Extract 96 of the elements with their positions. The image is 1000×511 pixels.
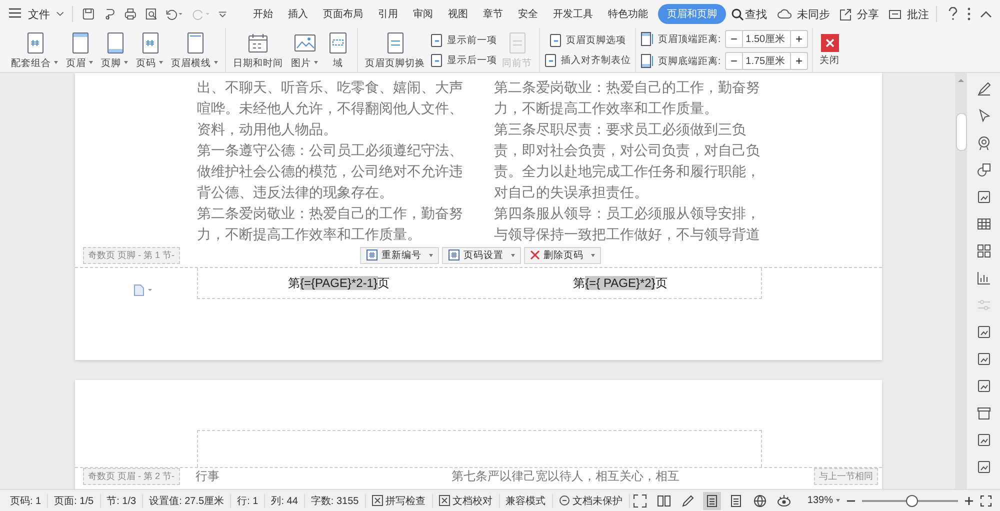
same-as-previous-label: 与上一节相同 bbox=[814, 468, 878, 485]
ribbon-tab[interactable]: 审阅 bbox=[408, 4, 438, 24]
pen-icon[interactable] bbox=[976, 81, 992, 97]
ribbon-tab[interactable]: 页面布局 bbox=[318, 4, 368, 24]
close-icon bbox=[820, 34, 839, 52]
footer-tool-button[interactable]: 删除页码 bbox=[524, 246, 601, 264]
comment-icon[interactable] bbox=[888, 8, 902, 20]
body-paragraph: 第二条爱岗敬业：热爱自己的工作，勤奋努力，不断提高工作效率和工作质量。 bbox=[494, 78, 760, 118]
cloud-icon[interactable] bbox=[777, 8, 792, 20]
ribbon-tab[interactable]: 视图 bbox=[443, 4, 474, 24]
footer-area[interactable]: 第{={PAGE}*2-1}页 第{={ PAGE}*2}页 bbox=[197, 268, 762, 299]
body-paragraph: 第二条爱岗敬业：热爱自己的工作，勤奋努力，不断提高工作效率和工作质量。 bbox=[197, 204, 463, 243]
body-paragraph: 第三条尽职尽责：要求员工必须做到三负责，即对社会负责，对公司负责，对自己负责。全力以赴地完成工作任务和履行职能，对自己的失误承担责任。 bbox=[494, 120, 760, 202]
undo-icon[interactable] bbox=[165, 7, 184, 21]
collapse-icon[interactable] bbox=[980, 10, 992, 18]
sliders-icon[interactable] bbox=[976, 297, 992, 313]
ribbon-tab[interactable]: 开发工具 bbox=[548, 4, 598, 24]
status-text: 节: 1/3 bbox=[100, 494, 144, 508]
page-view-icon[interactable] bbox=[703, 492, 722, 510]
archive-icon[interactable] bbox=[976, 405, 992, 421]
body-text: 行事 bbox=[196, 468, 220, 485]
help-icon[interactable] bbox=[948, 7, 958, 21]
status-text: 字数: 3155 bbox=[304, 494, 366, 508]
close-button[interactable]: 关闭 bbox=[816, 29, 843, 71]
search-button[interactable]: 查找 bbox=[745, 6, 768, 22]
ribbon-button[interactable]: 域 bbox=[323, 29, 353, 71]
margin-spinner[interactable]: 1.75厘米 bbox=[724, 52, 808, 70]
document-protection-button[interactable]: 文档未保护 bbox=[552, 494, 630, 508]
margin-spinner[interactable]: 1.50厘米 bbox=[724, 30, 808, 48]
body-paragraph: 第一条遵守公德：公司员工必须遵纪守法、做维护社会公德的模范，公司绝对不允许违背公德、违反法律的现象存在。 bbox=[197, 141, 463, 202]
more-icon[interactable] bbox=[967, 7, 972, 21]
grid-icon[interactable] bbox=[976, 243, 992, 259]
print-preview-icon[interactable] bbox=[144, 7, 158, 21]
ribbon-button[interactable]: 显示后一项 bbox=[430, 51, 497, 69]
delete-icon bbox=[530, 250, 540, 260]
body-text: 第七条严以律己宽以待人，相互关心，相互 bbox=[452, 468, 680, 485]
ribbon-button[interactable]: 插入对齐制表位 bbox=[544, 51, 631, 69]
ribbon-button[interactable]: 页眉页脚选项 bbox=[549, 31, 626, 49]
status-text: 设置值: 27.5厘米 bbox=[143, 494, 232, 508]
ribbon-tab[interactable]: 插入 bbox=[283, 4, 314, 24]
ribbon-tab[interactable]: 引用 bbox=[373, 4, 404, 24]
status-text: 页码: 1 bbox=[4, 494, 48, 508]
body-paragraph: 第四条服从领导：员工必须服从领导安排，与领导保持一致把工作做好，不与领导背道 bbox=[494, 204, 760, 243]
scrollbar-thumb[interactable] bbox=[956, 113, 966, 151]
ribbon-button[interactable]: 页码 bbox=[133, 29, 166, 71]
zoom-in-icon[interactable] bbox=[964, 496, 974, 506]
ribbon-button[interactable]: 页脚 bbox=[98, 29, 131, 71]
fullscreen-icon[interactable] bbox=[980, 494, 992, 506]
save-icon[interactable] bbox=[82, 7, 95, 21]
spinner-label: 页脚底端距离: bbox=[658, 54, 721, 68]
header-margin-icon bbox=[640, 31, 654, 47]
comment-button[interactable]: 批注 bbox=[907, 6, 930, 22]
customize-icon[interactable] bbox=[218, 9, 228, 19]
status-toggle[interactable]: 文档校对 bbox=[432, 494, 500, 508]
status-text: 列: 44 bbox=[265, 494, 305, 508]
status-text: 页面: 1/5 bbox=[48, 494, 101, 508]
page-number-icon bbox=[448, 249, 460, 261]
page-number-icon bbox=[366, 249, 378, 261]
sync-status-button[interactable]: 未同步 bbox=[797, 6, 830, 22]
checkbox-icon bbox=[372, 495, 383, 506]
chart-icon[interactable] bbox=[976, 270, 992, 286]
zoom-level-dropdown[interactable]: 139% bbox=[807, 495, 840, 506]
ribbon-button[interactable]: 页眉页脚切换 bbox=[362, 29, 428, 71]
ribbon-button[interactable]: 页眉 bbox=[63, 29, 96, 71]
ribbon-button[interactable]: 配套组合 bbox=[8, 29, 61, 71]
share-button[interactable]: 分享 bbox=[857, 6, 880, 22]
status-toggle[interactable]: 拼写检查 bbox=[366, 494, 433, 508]
shapes-icon[interactable] bbox=[976, 162, 992, 178]
ribbon-tab[interactable]: 特色功能 bbox=[603, 4, 654, 24]
header-section-label: 奇数页 页眉 - 第 2 节- bbox=[83, 468, 180, 485]
ribbon-button[interactable]: 显示前一项 bbox=[430, 31, 497, 49]
chevron-icon bbox=[56, 11, 64, 17]
status-text: 行: 1 bbox=[231, 494, 266, 508]
footer-section-label: 奇数页 页脚 - 第 1 节- bbox=[83, 246, 180, 264]
ribbon-button[interactable]: 日期和时间 bbox=[230, 29, 286, 71]
ribbon-tab[interactable]: 章节 bbox=[478, 4, 508, 24]
print-icon[interactable] bbox=[124, 7, 137, 21]
footer-margin-icon bbox=[640, 53, 654, 69]
footer-tool-button[interactable]: 页码设置 bbox=[442, 246, 521, 264]
checkbox-icon bbox=[438, 495, 450, 506]
fullscreen-icon[interactable] bbox=[631, 492, 650, 510]
ribbon-tab[interactable]: 安全 bbox=[513, 4, 544, 24]
search-icon[interactable] bbox=[731, 8, 744, 20]
ribbon-tab[interactable]: 开始 bbox=[248, 4, 278, 24]
spinner-label: 页眉顶端距离: bbox=[658, 32, 721, 46]
ribbon-button[interactable]: 页眉横线 bbox=[168, 29, 221, 71]
file-menu[interactable]: 文件 bbox=[28, 6, 50, 22]
badge-icon[interactable] bbox=[976, 135, 992, 151]
footer-tool-button[interactable]: 重新编号 bbox=[360, 246, 439, 264]
circle-icon bbox=[558, 495, 570, 506]
vertical-scrollbar[interactable] bbox=[955, 73, 967, 489]
table-icon[interactable] bbox=[976, 216, 992, 232]
status-text: 兼容模式 bbox=[500, 494, 553, 508]
ribbon-button[interactable]: 图片 bbox=[288, 29, 321, 71]
zoom-slider-thumb[interactable] bbox=[906, 494, 918, 506]
body-paragraph: 出、不聊天、听音乐、吃零食、嬉闹、大声喧哗。未经他人允许，不得翻阅他人文件、资料，动用他人物品。 bbox=[197, 78, 463, 139]
